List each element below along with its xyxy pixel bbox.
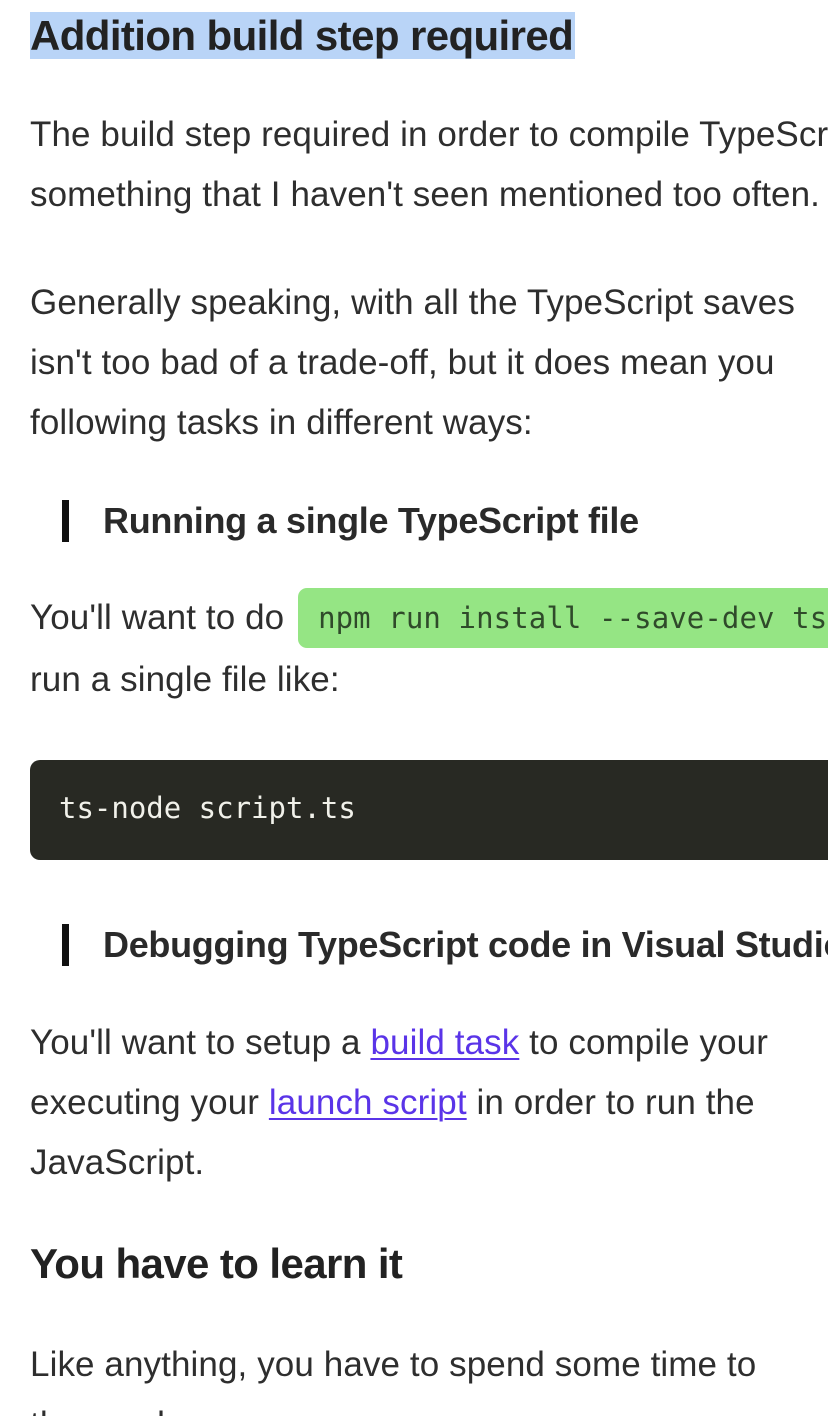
- launch-script-link[interactable]: launch script: [269, 1083, 467, 1122]
- paragraph-learn-line-2: the number: [30, 1395, 208, 1416]
- debug-text-1-after: to compile your: [529, 1023, 768, 1062]
- section-heading-learn-it: You have to learn it: [30, 1240, 403, 1287]
- article-content: Addition build step required The build s…: [30, 0, 828, 1416]
- paragraph-general-line-3: following tasks in different ways:: [30, 403, 533, 442]
- section-heading-build-step: Addition build step required: [30, 8, 576, 64]
- selected-heading-text[interactable]: Addition build step required: [30, 12, 576, 59]
- paragraph-general-line-1: Generally speaking, with all the TypeScr…: [30, 283, 795, 322]
- blockquote-bar-running: [62, 500, 69, 542]
- build-task-link[interactable]: build task: [370, 1023, 519, 1062]
- paragraph-general-line-2: isn't too bad of a trade-off, but it doe…: [30, 343, 775, 382]
- paragraph-debug-line-1: You'll want to setup a build task to com…: [30, 1013, 768, 1073]
- debug-text-1-before: You'll want to setup a: [30, 1023, 361, 1062]
- debug-text-2-before: executing your: [30, 1083, 260, 1122]
- paragraph-debug-line-2: executing your launch script in order to…: [30, 1073, 755, 1133]
- paragraph-debug-line-3: JavaScript.: [30, 1143, 205, 1182]
- code-block: ts-node script.ts: [30, 760, 828, 860]
- code-block-text: ts-node script.ts: [59, 791, 356, 825]
- blockquote-bar-debugging: [62, 924, 69, 966]
- subheading-debugging-vscode: Debugging TypeScript code in Visual Stud…: [103, 924, 828, 965]
- inline-code-npm-install: npm run install --save-dev ts-node: [298, 587, 828, 648]
- subheading-running-single-file: Running a single TypeScript file: [103, 500, 639, 541]
- running-text-before: You'll want to do: [30, 598, 285, 637]
- paragraph-running-line-1: You'll want to do npm run install --save…: [30, 587, 828, 650]
- paragraph-build-line-2: something that I haven't seen mentioned …: [30, 175, 820, 214]
- debug-text-2-after: in order to run the: [476, 1083, 755, 1122]
- paragraph-build-line-1: The build step required in order to comp…: [30, 115, 828, 154]
- paragraph-running-line-2: run a single file like:: [30, 660, 340, 699]
- paragraph-learn-line-1: Like anything, you have to spend some ti…: [30, 1345, 757, 1384]
